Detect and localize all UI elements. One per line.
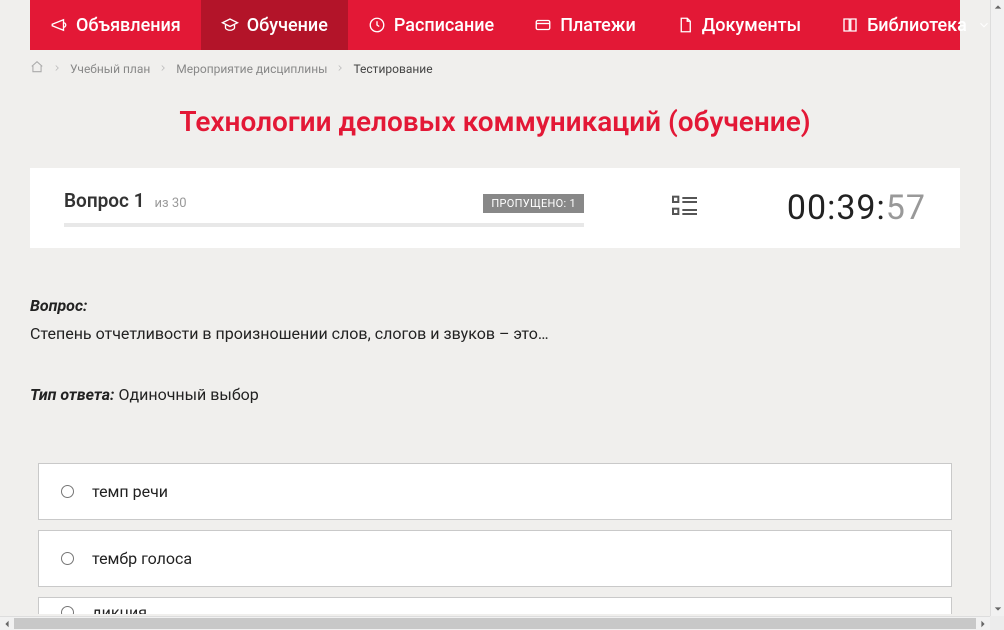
home-icon[interactable] bbox=[30, 60, 44, 77]
nav-label: Расписание bbox=[394, 15, 494, 36]
clock-icon bbox=[368, 16, 386, 34]
question-text: Степень отчетливости в произношении слов… bbox=[30, 321, 960, 347]
answer-option[interactable]: тембр голоса bbox=[38, 530, 952, 587]
page-title: Технологии деловых коммуникаций (обучени… bbox=[0, 105, 990, 138]
main-nav: Объявления Обучение Расписание Платежи bbox=[30, 0, 960, 50]
horizontal-scrollbar[interactable] bbox=[0, 616, 990, 630]
skipped-badge: ПРОПУЩЕНО: 1 bbox=[483, 194, 584, 213]
progress-bar bbox=[64, 223, 584, 227]
nav-schedule[interactable]: Расписание bbox=[348, 0, 514, 50]
scroll-up-icon[interactable] bbox=[991, 0, 1004, 14]
nav-label: Библиотека bbox=[867, 15, 967, 36]
answer-type: Тип ответа: Одиночный выбор bbox=[30, 382, 960, 408]
breadcrumb-discipline-event[interactable]: Мероприятие дисциплины bbox=[176, 62, 327, 76]
nav-library[interactable]: Библиотека bbox=[821, 0, 990, 50]
question-label: Вопрос: bbox=[30, 293, 960, 319]
nav-label: Платежи bbox=[560, 15, 636, 36]
scroll-right-icon[interactable] bbox=[976, 617, 990, 630]
chevron-right-icon bbox=[335, 62, 345, 76]
answer-radio[interactable] bbox=[61, 606, 74, 614]
scroll-down-icon[interactable] bbox=[991, 602, 1004, 616]
scroll-left-icon[interactable] bbox=[0, 617, 14, 630]
nav-education[interactable]: Обучение bbox=[201, 0, 348, 50]
question-total: из 30 bbox=[155, 196, 187, 211]
answer-option-label: темп речи bbox=[92, 482, 168, 501]
nav-payments[interactable]: Платежи bbox=[514, 0, 656, 50]
question-block: Вопрос: Степень отчетливости в произноше… bbox=[30, 293, 960, 408]
breadcrumb: Учебный план Мероприятие дисциплины Тест… bbox=[30, 50, 960, 87]
timer: 00:39:57 bbox=[787, 188, 926, 228]
nav-label: Документы bbox=[702, 15, 801, 36]
nav-documents[interactable]: Документы bbox=[656, 0, 821, 50]
scrollbar-thumb[interactable] bbox=[14, 618, 976, 629]
nav-announcements[interactable]: Объявления bbox=[30, 0, 201, 50]
question-number-label: Вопрос 1 bbox=[64, 189, 145, 212]
book-icon bbox=[841, 16, 859, 34]
nav-label: Обучение bbox=[247, 15, 328, 36]
vertical-scrollbar[interactable] bbox=[990, 0, 1004, 616]
chevron-right-icon bbox=[158, 62, 168, 76]
answer-options: темп речи тембр голоса дикция bbox=[30, 463, 960, 614]
scrollbar-corner bbox=[990, 616, 1004, 630]
chevron-right-icon bbox=[52, 62, 62, 76]
megaphone-icon bbox=[50, 16, 68, 34]
chevron-down-icon bbox=[975, 16, 990, 34]
card-icon bbox=[534, 16, 552, 34]
nav-label: Объявления bbox=[76, 15, 181, 36]
status-bar: Вопрос 1 из 30 ПРОПУЩЕНО: 1 0 bbox=[30, 168, 960, 248]
answer-option[interactable]: темп речи bbox=[38, 463, 952, 520]
answer-option-label: дикция bbox=[92, 603, 147, 614]
answer-radio[interactable] bbox=[61, 485, 74, 498]
breadcrumb-curriculum[interactable]: Учебный план bbox=[70, 62, 150, 76]
breadcrumb-testing: Тестирование bbox=[353, 62, 432, 76]
graduation-cap-icon bbox=[221, 16, 239, 34]
answer-radio[interactable] bbox=[61, 552, 74, 565]
answer-option-label: тембр голоса bbox=[92, 549, 192, 568]
document-icon bbox=[676, 16, 694, 34]
answer-option[interactable]: дикция bbox=[38, 597, 952, 614]
question-list-button[interactable] bbox=[669, 190, 701, 226]
